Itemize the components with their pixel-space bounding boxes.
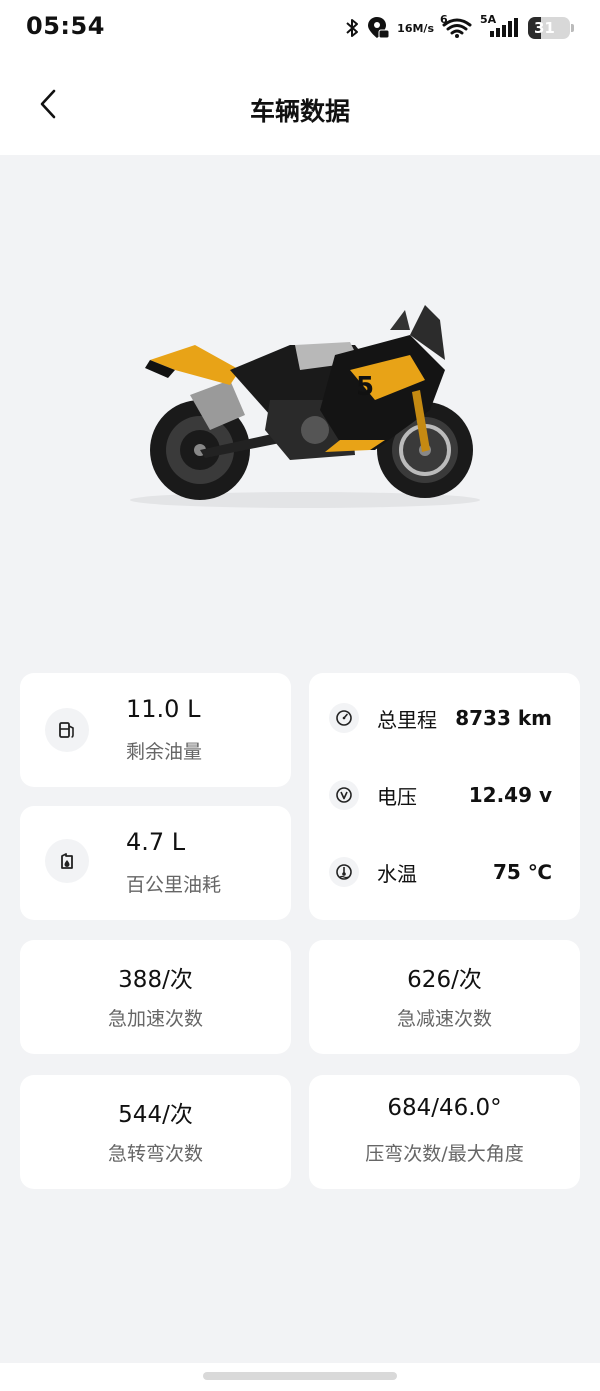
net-speed: 16 M/s — [397, 23, 434, 34]
fuel-pump-icon — [45, 708, 89, 752]
hard-braking-value: 626/次 — [407, 967, 482, 993]
stat-value-voltage: 12.49 v — [468, 783, 552, 807]
stat-row-mileage: 总里程 8733 km — [329, 698, 552, 738]
fuel-consumption-label: 百公里油耗 — [126, 874, 222, 896]
fuel-remaining-value: 11.0 L — [126, 695, 201, 723]
fuel-remaining-card: 11.0 L 剩余油量 — [20, 673, 291, 787]
battery-level: 31 — [534, 19, 555, 37]
stat-label-mileage: 总里程 — [377, 707, 437, 732]
hard-braking-card: 626/次 急减速次数 — [309, 940, 580, 1054]
home-indicator — [0, 1363, 600, 1391]
location-icon — [367, 16, 390, 40]
wifi-icon: 6 — [440, 13, 472, 39]
page-title: 车辆数据 — [249, 97, 350, 126]
hard-braking-label: 急减速次数 — [396, 1008, 492, 1030]
sharp-turn-label: 急转弯次数 — [107, 1143, 203, 1165]
lean-angle-value: 684/46.0° — [387, 1095, 502, 1121]
stat-value-mileage: 8733 km — [455, 706, 552, 730]
status-time: 05:54 — [26, 12, 105, 40]
cellular-label: 5A — [480, 13, 497, 26]
bluetooth-icon — [345, 18, 359, 38]
vehicle-image: 5 — [0, 155, 600, 655]
hard-acceleration-label: 急加速次数 — [107, 1008, 203, 1030]
hard-acceleration-value: 388/次 — [118, 967, 193, 993]
fuel-consumption-card: 4.7 L 百公里油耗 — [20, 806, 291, 920]
fuel-drop-icon — [45, 839, 89, 883]
motorcycle-illustration: 5 — [130, 305, 480, 508]
status-bar: 05:54 16 M/s 6 5A 31 — [0, 0, 600, 56]
battery-icon: 31 — [528, 17, 574, 39]
stat-value-water-temp: 75 ℃ — [492, 860, 552, 884]
vehicle-stats-card: 总里程 8733 km 电压 12.49 v 水温 75 ℃ — [309, 673, 580, 920]
lean-angle-label: 压弯次数/最大角度 — [365, 1143, 524, 1165]
net-speed-value: 16 — [397, 21, 413, 35]
home-indicator-bar[interactable] — [203, 1372, 397, 1380]
fuel-consumption-value: 4.7 L — [126, 828, 186, 856]
battery: 31 — [528, 17, 570, 39]
svg-text:5: 5 — [356, 372, 374, 402]
sharp-turn-card: 544/次 急转弯次数 — [20, 1075, 291, 1189]
header: 车辆数据 — [0, 56, 600, 155]
hard-acceleration-card: 388/次 急加速次数 — [20, 940, 291, 1054]
wifi-label: 6 — [440, 13, 448, 26]
signal-icon: 5A — [480, 13, 520, 39]
lean-angle-card: 684/46.0° 压弯次数/最大角度 — [309, 1075, 580, 1189]
voltage-icon — [329, 780, 359, 810]
stat-label-voltage: 电压 — [377, 784, 417, 809]
fuel-remaining-label: 剩余油量 — [126, 741, 203, 763]
stat-row-voltage: 电压 12.49 v — [329, 775, 552, 815]
status-icons: 16 M/s 6 5A 31 — [345, 12, 574, 44]
speedometer-icon — [329, 703, 359, 733]
net-speed-unit: M/s — [412, 21, 434, 35]
stat-row-water-temp: 水温 75 ℃ — [329, 852, 552, 892]
sharp-turn-value: 544/次 — [118, 1102, 193, 1128]
water-temp-icon — [329, 857, 359, 887]
stat-label-water-temp: 水温 — [377, 861, 417, 886]
battery-cap — [571, 24, 574, 32]
